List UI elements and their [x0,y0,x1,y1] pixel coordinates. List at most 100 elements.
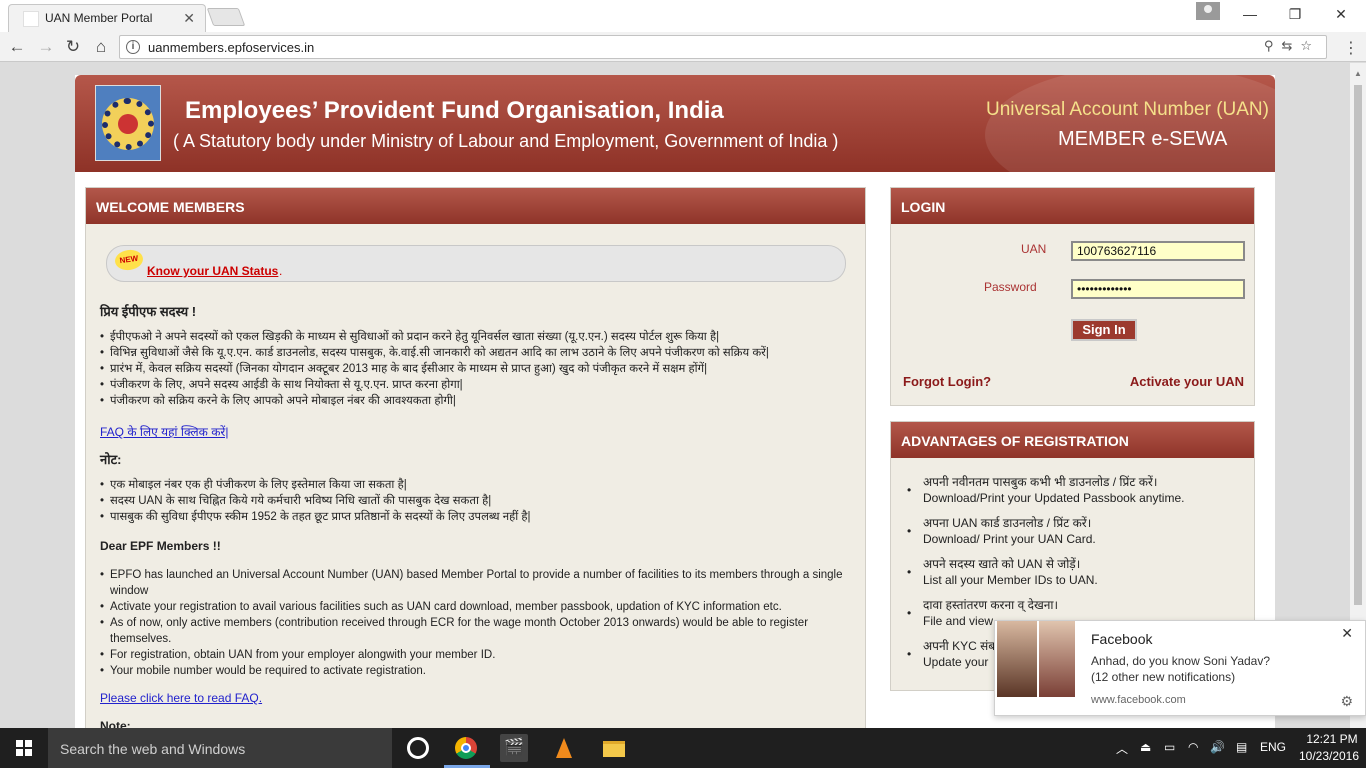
uan-label: UAN [1021,242,1047,256]
org-subtitle: ( A Statutory body under Ministry of Lab… [173,131,839,151]
home-icon[interactable]: ⌂ [90,36,112,58]
profile-icon[interactable] [1196,2,1220,20]
list-item: पंजीकरण के लिए, अपने सदस्य आईडी के साथ न… [100,377,850,393]
advantages-heading: ADVANTAGES OF REGISTRATION [891,422,1254,458]
omnibox-actions[interactable]: ⚲⇆☆ [1264,38,1320,54]
new-badge: NEW [113,248,145,272]
sign-in-button[interactable]: Sign In [1071,319,1137,341]
chrome-icon[interactable] [452,734,480,762]
facebook-notification[interactable]: Facebook Anhad, do you know Soni Yadav? … [994,620,1366,716]
know-uan-status-link[interactable]: Know your UAN Status [147,264,278,278]
profile-photo [997,621,1037,697]
clock-time[interactable]: 12:21 PM [1302,732,1362,746]
browser-tabbar: UAN Member Portal ✕ — ❐ ✕ [0,0,1366,32]
back-arrow-icon[interactable]: ← [6,36,28,58]
notification-title: Facebook [1091,631,1153,647]
scroll-up-icon[interactable]: ▲ [1354,69,1362,78]
reload-icon[interactable]: ↻ [62,36,84,58]
search-placeholder: Search the web and Windows [60,741,246,757]
site-info-icon[interactable]: i [126,40,140,54]
volume-icon[interactable]: 🔊 [1210,740,1225,754]
wifi-icon[interactable]: ◠ [1188,740,1198,754]
welcome-heading: WELCOME MEMBERS [86,188,865,224]
forward-arrow-icon[interactable]: → [35,36,57,58]
password-label: Password [984,280,1037,294]
browser-tab[interactable]: UAN Member Portal ✕ [8,4,206,32]
english-note-heading: Note: [100,719,131,728]
movies-app-icon[interactable]: 🎬 [500,734,528,762]
list-item: प्रारंभ में, केवल सक्रिय सदस्यों (जिनका … [100,361,850,377]
translate-icon[interactable]: ⇆ [1281,38,1300,53]
list-item: Activate your registration to avail vari… [100,599,850,615]
forgot-login-link[interactable]: Forgot Login? [903,374,991,389]
list-item: पंजीकरण को सक्रिय करने के लिए आपको अपने … [100,393,850,409]
list-item: EPFO has launched an Universal Account N… [100,567,850,599]
usb-icon[interactable]: ⏏ [1140,740,1151,754]
notification-photos [995,621,1075,701]
profile-photo [1039,621,1075,697]
language-indicator[interactable]: ENG [1260,740,1286,754]
browser-menu-icon[interactable]: ⋮ [1343,38,1359,58]
pin-icon[interactable]: ⚲ [1264,38,1282,53]
notification-count: (12 other new notifications) [1091,670,1236,684]
clock-date[interactable]: 10/23/2016 [1296,749,1362,763]
password-input[interactable] [1071,279,1245,299]
english-points-list: EPFO has launched an Universal Account N… [100,567,850,679]
list-item: अपनी नवीनतम पासबुक कभी भी डाउनलोड / प्रि… [905,474,1245,506]
list-item: Your mobile number would be required to … [100,663,850,679]
url-text[interactable]: uanmembers.epfoservices.in [148,40,314,55]
uan-status-box: NEW Know your UAN Status. [106,245,846,282]
hindi-notes-list: एक मोबाइल नंबर एक ही पंजीकरण के लिए इस्त… [100,477,850,525]
start-button[interactable] [0,728,48,768]
windows-taskbar: Search the web and Windows 🎬 ︿ ⏏ ▭ ◠ 🔊 ▤… [0,728,1366,768]
window-close-icon[interactable]: ✕ [1327,4,1355,24]
hindi-faq-link[interactable]: FAQ के लिए यहां क्लिक करें| [100,423,228,440]
page-favicon-icon [23,11,39,27]
list-item: For registration, obtain UAN from your e… [100,647,850,663]
list-item: एक मोबाइल नंबर एक ही पंजीकरण के लिए इस्त… [100,477,850,493]
header-banner: Employees’ Provident Fund Organisation, … [75,75,1275,172]
login-panel: LOGIN UAN Password Sign In Forgot Login?… [890,187,1255,406]
esewa-title: MEMBER e-SEWA [1058,128,1228,150]
uan-title: Universal Account Number (UAN) [986,99,1269,120]
login-heading: LOGIN [891,188,1254,224]
battery-icon[interactable]: ▭ [1164,740,1175,754]
list-item: अपने सदस्य खाते को UAN से जोड़ें।List al… [905,556,1245,588]
list-item: सदस्य UAN के साथ चिह्नित किये गये कर्मचा… [100,493,850,509]
list-item: As of now, only active members (contribu… [100,615,850,647]
browser-toolbar: ← → ↻ ⌂ i uanmembers.epfoservices.in ⚲⇆☆… [0,32,1366,62]
epfo-logo [95,85,161,161]
list-item: अपना UAN कार्ड डाउनलोड / प्रिंट करें।Dow… [905,515,1245,547]
action-center-icon[interactable]: ▤ [1236,740,1247,754]
hindi-heading: प्रिय ईपीएफ सदस्य ! [100,304,197,319]
task-view-icon[interactable] [404,734,432,762]
note-heading: नोट: [100,452,122,467]
list-item: विभिन्न सुविधाओं जैसे कि यू.ए.एन. कार्ड … [100,345,850,361]
notification-settings-icon[interactable]: ⚙ [1340,693,1353,710]
minimize-icon[interactable]: — [1236,4,1264,24]
vlc-icon[interactable] [550,734,578,762]
scrollbar-thumb[interactable] [1354,85,1362,605]
uan-input[interactable] [1071,241,1245,261]
windows-logo-icon [16,740,32,756]
bookmark-star-icon[interactable]: ☆ [1300,38,1320,53]
notification-close-icon[interactable]: ✕ [1341,625,1353,642]
list-item: पासबुक की सुविधा ईपीएफ स्कीम 1952 के तहत… [100,509,850,525]
maximize-icon[interactable]: ❐ [1281,4,1309,24]
new-tab-button[interactable] [206,8,246,26]
address-bar[interactable]: i uanmembers.epfoservices.in ⚲⇆☆ [119,35,1327,59]
english-heading: Dear EPF Members !! [100,539,221,553]
notification-source: www.facebook.com [1091,694,1186,706]
hindi-points-list: ईपीएफओ ने अपने सदस्यों को एकल खिड़की के … [100,329,850,409]
english-faq-link[interactable]: Please click here to read FAQ. [100,691,262,705]
taskbar-search-box[interactable]: Search the web and Windows [48,728,392,768]
activate-uan-link[interactable]: Activate your UAN [1130,374,1244,389]
tab-title: UAN Member Portal [45,11,153,25]
notification-message: Anhad, do you know Soni Yadav? [1091,654,1271,668]
show-hidden-icons-icon[interactable]: ︿ [1116,740,1128,757]
list-item: ईपीएफओ ने अपने सदस्यों को एकल खिड़की के … [100,329,850,345]
file-explorer-icon[interactable] [600,734,628,762]
tab-close-icon[interactable]: ✕ [183,10,195,27]
welcome-panel: WELCOME MEMBERS NEW Know your UAN Status… [85,187,866,728]
org-title: Employees’ Provident Fund Organisation, … [185,97,724,124]
